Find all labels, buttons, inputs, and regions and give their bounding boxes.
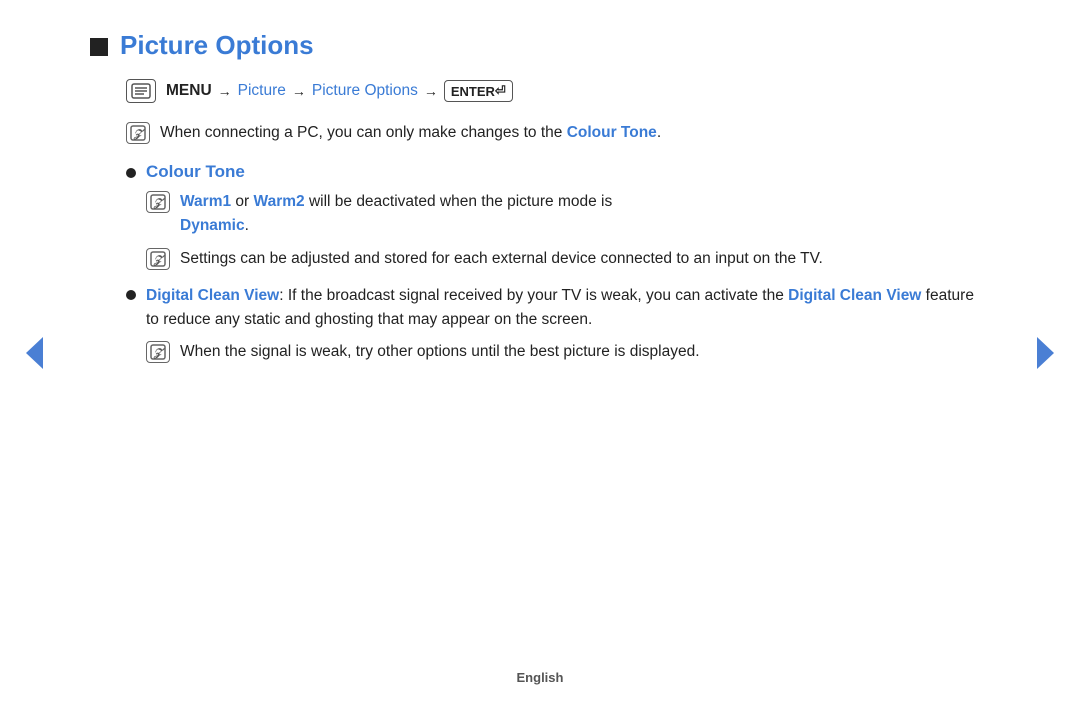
note1-row: 𝒵 When connecting a PC, you can only mak…	[126, 121, 990, 144]
bullet1-dot	[126, 168, 136, 178]
nav-right-arrow[interactable]	[1030, 337, 1062, 369]
note1-text-before: When connecting a PC, you can only make …	[160, 124, 567, 141]
svg-text:𝒵: 𝒵	[153, 197, 166, 209]
bullet2-section: Digital Clean View: If the broadcast sig…	[126, 284, 990, 363]
bullet2-label: Digital Clean View	[146, 287, 279, 304]
bullet2-colon: : If the broadcast signal received by yo…	[279, 287, 788, 304]
menu-step2: Picture Options	[312, 82, 418, 100]
bullet2-text: Digital Clean View: If the broadcast sig…	[146, 284, 990, 332]
page-container: Picture Options MENU → Picture → Picture…	[0, 0, 1080, 705]
subnote1-icon: 𝒵	[146, 191, 170, 213]
digital-clean-view-inline: Digital Clean View	[788, 287, 921, 304]
svg-text:𝒵: 𝒵	[153, 347, 166, 359]
arrow1: →	[218, 83, 232, 99]
bullet2-subnote-icon: 𝒵	[146, 341, 170, 363]
section-title: Picture Options	[90, 30, 990, 61]
footer-text: English	[517, 670, 564, 685]
menu-path: MENU → Picture → Picture Options → ENTER…	[126, 79, 990, 103]
subnote2-icon: 𝒵	[146, 248, 170, 270]
note1-text-after: .	[657, 124, 661, 141]
nav-left-arrow[interactable]	[18, 337, 50, 369]
menu-label: MENU	[166, 82, 212, 100]
bullet1-subnotes: 𝒵 Warm1 or Warm2 will be deactivated whe…	[146, 190, 990, 270]
or-text: or	[235, 193, 253, 210]
bullet1-subnote1-text: Warm1 or Warm2 will be deactivated when …	[180, 190, 612, 237]
footer: English	[0, 670, 1080, 685]
warm2-label: Warm2	[254, 193, 305, 210]
note1-highlight: Colour Tone	[567, 124, 657, 141]
menu-icon	[126, 79, 156, 103]
bullet2-subnote-text: When the signal is weak, try other optio…	[180, 340, 700, 363]
page-title: Picture Options	[120, 30, 314, 61]
bullet2-row: Digital Clean View: If the broadcast sig…	[126, 284, 990, 332]
arrow3: →	[424, 83, 438, 99]
section-icon	[90, 38, 108, 56]
svg-text:𝒵: 𝒵	[153, 254, 166, 266]
warm1-label: Warm1	[180, 193, 231, 210]
bullet1-section: Colour Tone 𝒵 Warm1 or Warm2 will be dea…	[126, 162, 990, 270]
bullet1-label: Colour Tone	[146, 162, 245, 182]
bullet2-subnote-row: 𝒵 When the signal is weak, try other opt…	[146, 340, 990, 363]
svg-text:𝒵: 𝒵	[133, 128, 146, 140]
bullet2-dot	[126, 290, 136, 300]
bullet1-subnote2-text: Settings can be adjusted and stored for …	[180, 247, 823, 270]
period1: .	[245, 217, 249, 234]
menu-step1: Picture	[238, 82, 286, 100]
enter-icon: ENTER⏎	[444, 80, 513, 102]
bullet1-subnote2-row: 𝒵 Settings can be adjusted and stored fo…	[146, 247, 990, 270]
note1-text: When connecting a PC, you can only make …	[160, 121, 661, 144]
dynamic-label: Dynamic	[180, 217, 245, 234]
deactivated-text: will be deactivated when the picture mod…	[309, 193, 612, 210]
enter-label: ENTER	[451, 84, 495, 99]
bullet1-subnote1-row: 𝒵 Warm1 or Warm2 will be deactivated whe…	[146, 190, 990, 237]
note1-icon: 𝒵	[126, 122, 150, 144]
arrow2: →	[292, 83, 306, 99]
bullet2-subnotes: 𝒵 When the signal is weak, try other opt…	[146, 340, 990, 363]
bullet1-row: Colour Tone	[126, 162, 990, 182]
